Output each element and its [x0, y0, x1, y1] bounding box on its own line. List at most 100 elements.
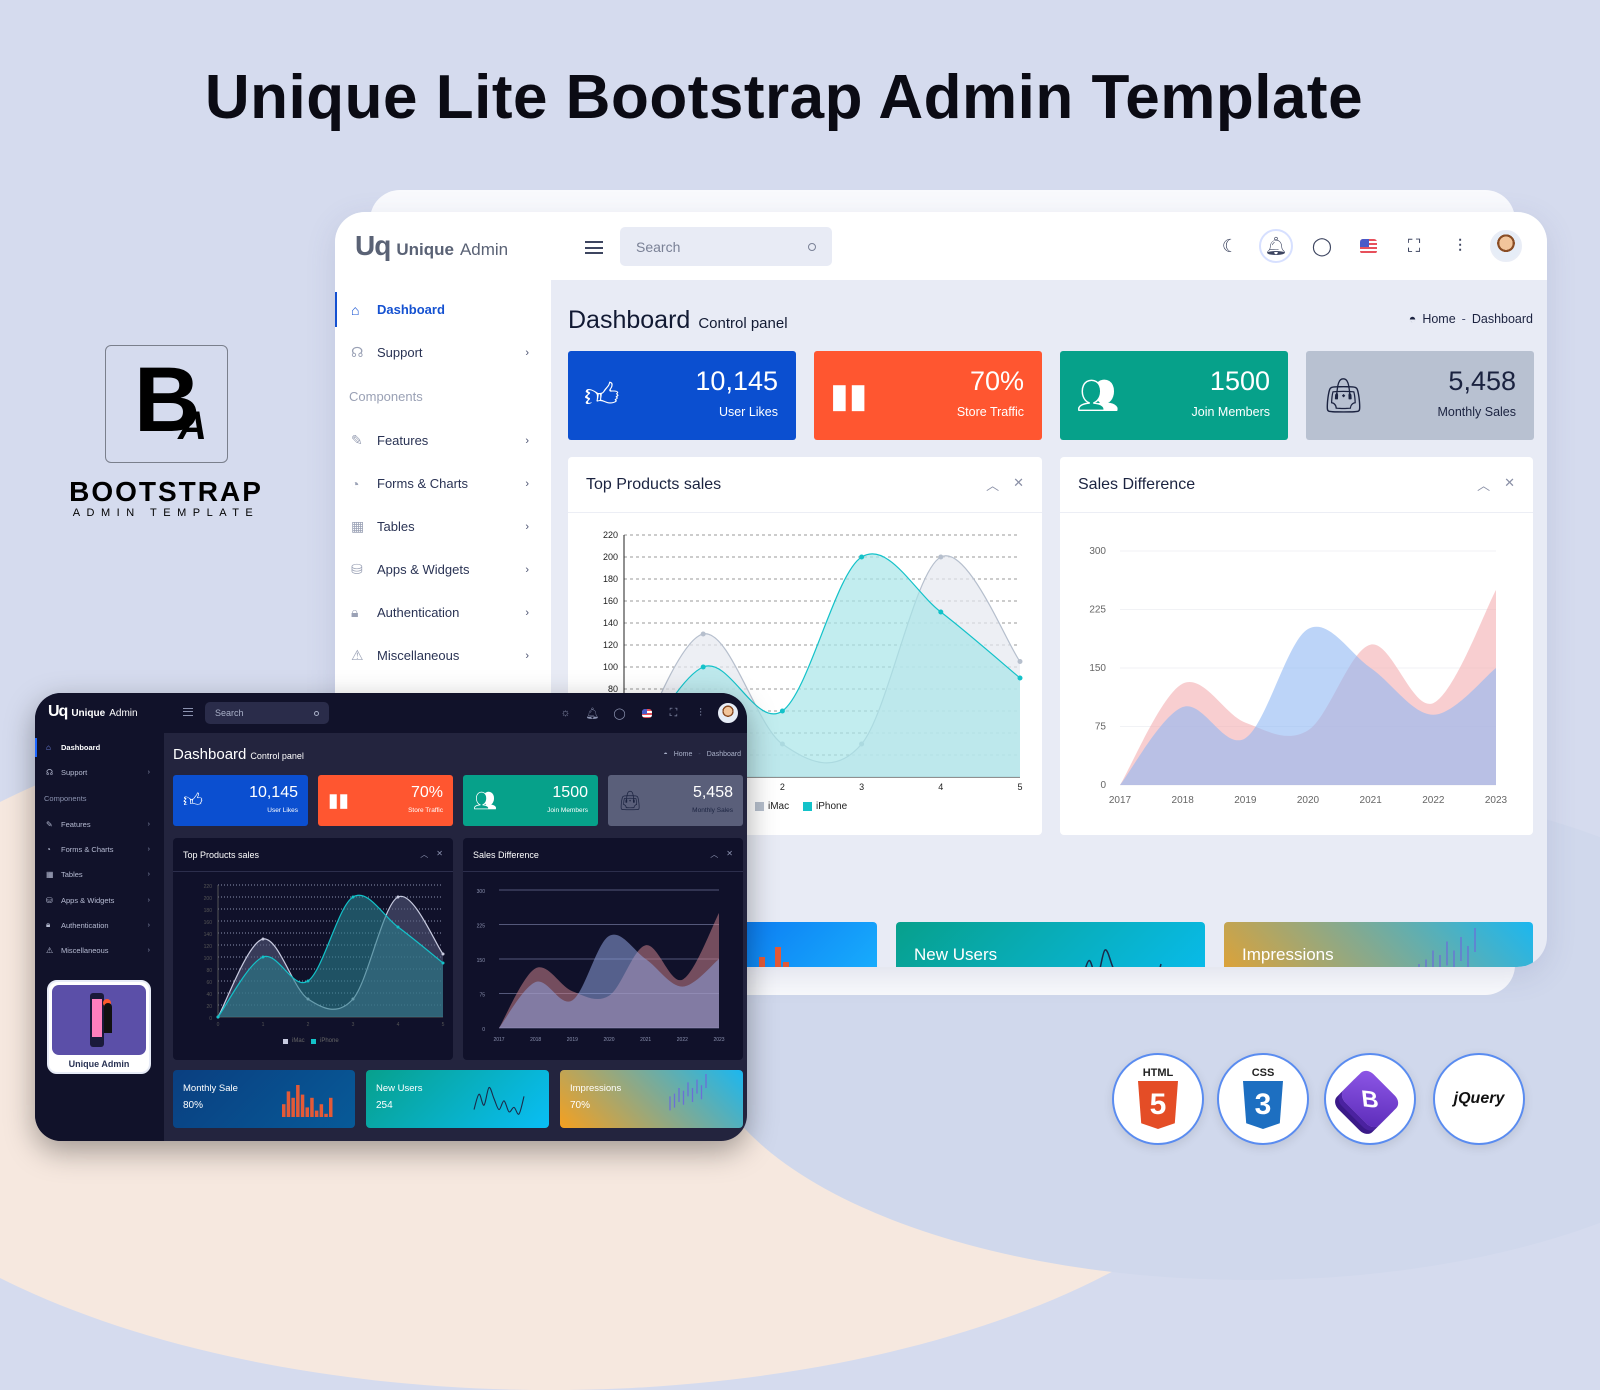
- sidebar-item-features[interactable]: ✎ Features ›: [35, 812, 164, 837]
- app-logo[interactable]: Uq Unique Admin: [355, 230, 508, 262]
- pie-chart-icon: ◔: [351, 475, 360, 492]
- close-icon[interactable]: ✕: [1504, 475, 1515, 494]
- data-point: [441, 961, 445, 965]
- collapse-icon[interactable]: ︿: [986, 475, 999, 494]
- collapse-icon[interactable]: ︿: [420, 849, 428, 860]
- spark-bar: [300, 1094, 305, 1117]
- chat-icon[interactable]: ◯: [606, 701, 633, 725]
- promo-illustration: [52, 985, 146, 1055]
- chat-icon[interactable]: ◯: [1299, 229, 1345, 263]
- user-avatar[interactable]: [714, 701, 741, 725]
- widget-new-users[interactable]: New Users 254: [896, 922, 1205, 967]
- fullscreen-icon[interactable]: ⛶: [1391, 229, 1437, 263]
- stat-card-monthly-sales[interactable]: 👜︎ 5,458 Monthly Sales: [1306, 351, 1534, 440]
- app-logo[interactable]: Uq Unique Admin: [48, 703, 138, 721]
- widget-impressions[interactable]: Impressions 70%: [1224, 922, 1533, 967]
- breadcrumb-home[interactable]: Home: [1422, 312, 1455, 326]
- sidebar-item-support[interactable]: ☊ Support ›: [335, 331, 551, 374]
- html5-icon: 5: [1138, 1081, 1178, 1129]
- breadcrumb: ◓ Home - Dashboard: [1409, 312, 1533, 326]
- stat-card-join-members[interactable]: 👥︎ 1500 Join Members: [463, 775, 598, 826]
- page-subtitle: Control panel: [698, 315, 788, 332]
- data-point: [779, 708, 785, 714]
- sidebar-item-apps-widgets[interactable]: ⛁ Apps & Widgets ›: [35, 887, 164, 912]
- html5-badge: HTML 5: [1112, 1053, 1204, 1145]
- sliders-icon[interactable]: ⫶: [687, 701, 714, 725]
- promo-label: Unique Admin: [68, 1059, 130, 1069]
- sidebar-item-authentication[interactable]: 🔒︎ Authentication ›: [335, 591, 551, 634]
- sidebar-item-dashboard[interactable]: ⌂ Dashboard: [35, 735, 164, 760]
- y-tick-label: 300: [1089, 546, 1106, 557]
- bell-icon[interactable]: 🔔︎: [1259, 229, 1293, 263]
- fullscreen-icon[interactable]: ⛶: [660, 701, 687, 725]
- search-icon[interactable]: [808, 242, 816, 251]
- shopping-bag-icon: 👜︎: [1322, 376, 1366, 415]
- stat-label: User Likes: [718, 405, 778, 419]
- panel-title: Sales Difference: [473, 849, 539, 860]
- search-icon[interactable]: [314, 710, 319, 716]
- sidebar-item-apps-widgets[interactable]: ⛁ Apps & Widgets ›: [335, 548, 551, 591]
- spark-bar: [291, 1097, 295, 1117]
- widget-value: 254: [376, 1100, 393, 1111]
- monthly-sale-sparkbars: [282, 1085, 333, 1117]
- widget-monthly-sale[interactable]: Monthly Sale 80%: [173, 1070, 355, 1128]
- collapse-icon[interactable]: ︿: [710, 849, 718, 860]
- data-point: [700, 631, 706, 637]
- search-input[interactable]: Search: [620, 227, 832, 266]
- bootstrap-icon: B: [1338, 1067, 1402, 1131]
- bell-icon[interactable]: 🔔︎: [579, 701, 606, 725]
- us-flag-icon[interactable]: [1345, 229, 1391, 263]
- menu-toggle-icon[interactable]: [585, 241, 603, 254]
- sidebar-item-forms-charts[interactable]: ◔ Forms & Charts ›: [35, 837, 164, 862]
- stat-card-join-members[interactable]: 👥︎ 1500 Join Members: [1060, 351, 1288, 440]
- y-tick-label: 150: [477, 958, 486, 964]
- sidebar-item-dashboard[interactable]: ⌂ Dashboard: [335, 288, 551, 331]
- stat-card-store-traffic[interactable]: ▮▮ 70% Store Traffic: [814, 351, 1042, 440]
- promo-card[interactable]: Unique Admin: [47, 980, 151, 1074]
- stat-card-user-likes[interactable]: 👍︎ 10,145 User Likes: [173, 775, 308, 826]
- widget-impressions[interactable]: Impressions 70%: [560, 1070, 743, 1128]
- search-input[interactable]: Search: [205, 702, 329, 724]
- sidebar-item-tables[interactable]: ▦ Tables ›: [335, 505, 551, 548]
- thumbs-up-icon: 👍︎: [584, 376, 620, 414]
- close-icon[interactable]: ✕: [1013, 475, 1024, 494]
- data-point: [1017, 659, 1023, 664]
- sidebar-item-tables[interactable]: ▦ Tables ›: [35, 862, 164, 887]
- collapse-icon[interactable]: ︿: [1477, 475, 1490, 494]
- legend-swatch: [803, 802, 812, 811]
- moon-icon[interactable]: ☾: [1207, 229, 1253, 263]
- bar-chart-icon: ▮▮: [830, 376, 868, 415]
- stat-card-store-traffic[interactable]: ▮▮ 70% Store Traffic: [318, 775, 453, 826]
- data-point: [441, 952, 445, 956]
- sliders-icon[interactable]: ⫶: [1437, 229, 1483, 263]
- widget-new-users[interactable]: New Users 254: [366, 1070, 549, 1128]
- sidebar-item-support[interactable]: ☊ Support ›: [35, 760, 164, 785]
- logo-text-light: Admin: [109, 708, 138, 719]
- lock-icon: 🔒︎: [351, 604, 359, 620]
- spark-bar: [305, 1107, 309, 1117]
- sidebar-item-miscellaneous[interactable]: ⚠ Miscellaneous ›: [35, 938, 164, 963]
- sun-icon[interactable]: ☼: [552, 701, 579, 725]
- new-users-sparkline: [1085, 949, 1162, 967]
- menu-toggle-icon[interactable]: [183, 708, 193, 716]
- user-avatar[interactable]: [1483, 229, 1529, 263]
- sidebar-item-miscellaneous[interactable]: ⚠ Miscellaneous ›: [335, 634, 551, 677]
- sidebar-item-forms-charts[interactable]: ◔ Forms & Charts ›: [335, 462, 551, 505]
- close-icon[interactable]: ✕: [726, 849, 733, 860]
- stat-value: 70%: [969, 366, 1024, 396]
- x-tick-label: 2022: [677, 1037, 688, 1043]
- stat-card-monthly-sales[interactable]: 👜︎ 5,458 Monthly Sales: [608, 775, 743, 826]
- us-flag-icon[interactable]: [633, 701, 660, 725]
- x-tick-label: 2021: [1360, 795, 1383, 806]
- data-point: [938, 554, 944, 560]
- breadcrumb-home[interactable]: Home: [674, 751, 693, 758]
- y-tick-label: 180: [204, 908, 213, 914]
- spark-bar: [286, 1091, 291, 1117]
- x-tick-label: 2022: [1422, 795, 1445, 806]
- sidebar-item-features[interactable]: ✎ Features ›: [335, 419, 551, 462]
- lock-icon: 🔒︎: [46, 920, 51, 930]
- sidebar-item-authentication[interactable]: 🔒︎ Authentication ›: [35, 913, 164, 938]
- stat-card-user-likes[interactable]: 👍︎ 10,145 User Likes: [568, 351, 796, 440]
- sales-difference-chart: 0 75 150 225 300 2017 2018 2019 2020 2021 2022 2023: [1089, 546, 1507, 806]
- close-icon[interactable]: ✕: [436, 849, 443, 860]
